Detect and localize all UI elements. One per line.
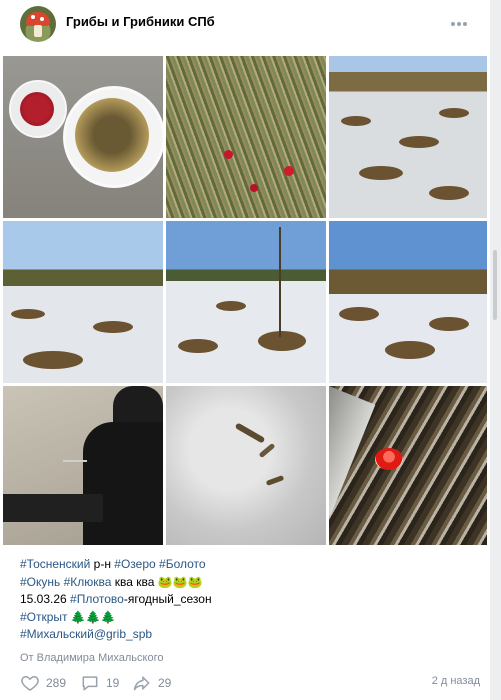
post-card: Грибы и Грибники СПб #Тосненский р-н #Оз…	[0, 0, 491, 700]
photo-red-cup-mushroom[interactable]	[329, 386, 487, 545]
hashtag-open[interactable]: #Открыт	[20, 610, 68, 624]
text-segment: 15.03.26	[20, 592, 71, 606]
cranberry	[250, 184, 258, 192]
person-leg	[3, 494, 103, 522]
person-body	[83, 422, 163, 545]
heart-icon	[21, 676, 39, 691]
fallen-log	[329, 386, 376, 516]
hashtag-tosnensky[interactable]: #Тосненский	[20, 557, 90, 571]
fish	[265, 475, 285, 486]
hummock	[429, 317, 469, 331]
hashtag-plotovo[interactable]: #Плотово	[70, 592, 124, 606]
comment-count: 19	[106, 676, 120, 690]
post-text: #Тосненский р-н #Озеро #Болото #Окунь #К…	[20, 556, 470, 644]
person-hat	[113, 386, 163, 426]
text-segment: -ягодный_сезон	[123, 592, 212, 606]
scrollbar[interactable]	[490, 0, 501, 700]
fish	[258, 442, 276, 459]
share-icon	[133, 676, 150, 691]
photo-snowy-bog[interactable]	[329, 56, 487, 218]
mushroom-cap-icon	[26, 12, 50, 26]
tree-trunk	[279, 227, 281, 337]
hummock	[23, 351, 83, 369]
hummock	[339, 307, 379, 321]
cranberry	[224, 150, 233, 159]
author-attribution[interactable]: От Владимира Михальского	[20, 652, 163, 664]
text-segment: р-н	[90, 557, 115, 571]
post-time[interactable]: 2 д назад	[432, 675, 480, 687]
photo-cranberries-grass[interactable]	[166, 56, 326, 218]
hummock	[93, 321, 133, 333]
hashtag-cranberry[interactable]: #Клюква	[64, 575, 112, 589]
hummock	[399, 136, 439, 148]
scrollbar-thumb[interactable]	[493, 250, 497, 320]
like-count: 289	[46, 676, 67, 690]
hummock	[11, 309, 45, 319]
hummock	[439, 108, 469, 118]
hummock	[178, 339, 218, 353]
photo-fish-on-ice[interactable]	[166, 386, 326, 545]
post-line-2: #Окунь #Клюква ква ква 🐸🐸🐸	[20, 574, 470, 592]
fish	[234, 422, 266, 444]
cranberry	[284, 166, 294, 176]
hashtag-bog[interactable]: #Болото	[159, 557, 206, 571]
group-name[interactable]: Грибы и Грибники СПб	[66, 14, 215, 29]
more-horizontal-icon	[451, 22, 467, 26]
photo-snowy-bog-trees[interactable]	[3, 221, 163, 383]
perch-in-bucket	[75, 98, 149, 172]
like-button[interactable]: 289	[20, 672, 66, 694]
more-options-button[interactable]	[446, 14, 472, 34]
hashtag-author[interactable]: #Михальский@grib_spb	[20, 627, 152, 641]
text-segment: 🌲🌲🌲	[67, 609, 116, 624]
comment-icon	[82, 676, 98, 691]
photo-ice-fishing[interactable]	[3, 386, 163, 545]
post-line-1: #Тосненский р-н #Озеро #Болото	[20, 556, 470, 574]
group-avatar[interactable]	[20, 6, 56, 42]
hummock	[429, 186, 469, 200]
red-cup-mushroom	[375, 448, 403, 470]
text-segment: ква ква 🐸🐸🐸	[111, 574, 203, 589]
post-header: Грибы и Грибники СПб	[0, 0, 490, 52]
post-line-4: #Открыт 🌲🌲🌲	[20, 609, 470, 627]
hummock	[216, 301, 246, 311]
comment-button[interactable]: 19	[80, 672, 119, 694]
share-button[interactable]: 29	[132, 672, 171, 694]
photo-bucket-cranberries-perch[interactable]	[3, 56, 163, 218]
hummock	[359, 166, 403, 180]
photo-snowy-bog-hummocks[interactable]	[329, 221, 487, 383]
cranberries-in-bowl	[20, 92, 54, 126]
hummock	[341, 116, 371, 126]
post-line-5: #Михальский@grib_spb	[20, 626, 470, 644]
post-line-3: 15.03.26 #Плотово-ягодный_сезон	[20, 591, 470, 609]
hashtag-perch[interactable]: #Окунь	[20, 575, 60, 589]
hashtag-lake[interactable]: #Озеро	[114, 557, 155, 571]
mushroom-stem-icon	[34, 25, 42, 37]
hummock	[385, 341, 435, 359]
post-actions: 289 19 29 2 д назад	[20, 672, 480, 694]
fishing-rod	[63, 460, 87, 462]
share-count: 29	[158, 676, 172, 690]
hummock	[258, 331, 306, 351]
photo-snowy-bog-pines[interactable]	[166, 221, 326, 383]
